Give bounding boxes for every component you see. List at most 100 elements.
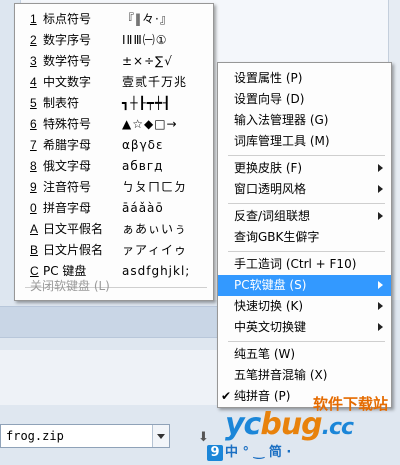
menu-separator	[228, 203, 385, 204]
submenu-arrow-icon	[378, 323, 383, 331]
menu-item-pc-soft-keyboard[interactable]: PC软键盘 (S)	[218, 275, 391, 296]
menu-item-box-drawing[interactable]: 5 制表符 ┓┼┠┯┿┨	[15, 93, 213, 114]
menu-item-setup-wizard[interactable]: 设置向导 (D)	[218, 89, 391, 110]
menu-separator	[228, 341, 385, 342]
menu-item-sample: 『‖々·』	[122, 12, 173, 26]
menu-item-sample: āáǎàō	[122, 201, 164, 215]
menu-item-russian[interactable]: 8 俄文字母 абвгд	[15, 156, 213, 177]
watermark-logo-part: bug	[260, 407, 322, 442]
menu-item-sample: ㄅㄆㄇㄈㄉ	[122, 180, 188, 194]
menu-item-label: 设置属性 (P)	[234, 71, 303, 85]
menu-item-sample: 壹贰千万兆	[122, 75, 188, 89]
background-toolbar-band	[0, 306, 230, 338]
menu-item-label: 反查/词组联想	[234, 209, 311, 223]
menu-item-label: 输入法管理器 (G)	[234, 113, 329, 127]
menu-item-label: 查询GBK生僻字	[234, 230, 320, 244]
menu-item-key: 3	[30, 54, 37, 68]
menu-item-label: 日文平假名	[43, 222, 104, 236]
menu-item-label: 更换皮肤 (F)	[234, 161, 303, 175]
menu-item-key: 9	[30, 180, 37, 194]
menu-separator	[228, 155, 385, 156]
menu-item-key: 6	[30, 117, 37, 131]
watermark-logo-part: yc	[225, 407, 261, 442]
menu-item-label: 纯五笔 (W)	[234, 347, 296, 361]
menu-item-key: 1	[30, 12, 37, 26]
menu-item-pinyin[interactable]: 0 拼音字母 āáǎàō	[15, 198, 213, 219]
menu-item-sample: ⅠⅡⅢ㈠①	[122, 33, 168, 47]
menu-item-key: 7	[30, 138, 37, 152]
menu-item-gbk-lookup[interactable]: 查询GBK生僻字	[218, 227, 391, 248]
watermark-logo: ycbug.cc	[225, 407, 354, 442]
menu-item-sample: ┓┼┠┯┿┨	[122, 96, 172, 110]
file-combobox[interactable]: frog.zip	[0, 424, 170, 448]
menu-item-sample: ±×÷∑√	[122, 54, 173, 68]
chevron-down-icon[interactable]	[152, 425, 169, 447]
menu-item-label: 注音符号	[43, 180, 92, 194]
ime-status-text: 中 ° ‿ 简 ·	[225, 445, 292, 460]
menu-item-key: 0	[30, 201, 37, 215]
menu-item-quick-switch[interactable]: 快速切换 (K)	[218, 296, 391, 317]
menu-separator	[228, 251, 385, 252]
menu-item-sample: абвгд	[122, 159, 164, 173]
menu-item-math-symbols[interactable]: 3 数学符号 ±×÷∑√	[15, 51, 213, 72]
menu-item-dictionary-tool[interactable]: 词库管理工具 (M)	[218, 131, 391, 152]
submenu-arrow-icon	[378, 302, 383, 310]
menu-item-pure-wubi[interactable]: 纯五笔 (W)	[218, 344, 391, 365]
menu-item-key: 4	[30, 75, 37, 89]
menu-item-label: 数字序号	[43, 33, 92, 47]
menu-item-transparency[interactable]: 窗口透明风格	[218, 179, 391, 200]
menu-item-sample: ぁあぃいぅ	[122, 222, 188, 236]
menu-item-zhuyin[interactable]: 9 注音符号 ㄅㄆㄇㄈㄉ	[15, 177, 213, 198]
menu-item-reverse-lookup[interactable]: 反查/词组联想	[218, 206, 391, 227]
menu-item-ime-manager[interactable]: 输入法管理器 (G)	[218, 110, 391, 131]
menu-item-label: 词库管理工具 (M)	[234, 134, 330, 148]
menu-item-sample: asdfghjkl;	[122, 264, 191, 278]
submenu-arrow-icon	[378, 281, 383, 289]
submenu-arrow-icon	[378, 185, 383, 193]
menu-item-label: 制表符	[43, 96, 80, 110]
menu-item-label: 拼音字母	[43, 201, 92, 215]
menu-item-sample: ァアィイゥ	[122, 243, 188, 257]
menu-item-label: 中文数字	[43, 75, 92, 89]
menu-item-label: 日文片假名	[43, 243, 104, 257]
menu-item-label: 希腊字母	[43, 138, 92, 152]
watermark-logo-part: .cc	[321, 415, 354, 440]
menu-item-settings[interactable]: 设置属性 (P)	[218, 68, 391, 89]
ime-context-menu: 设置属性 (P) 设置向导 (D) 输入法管理器 (G) 词库管理工具 (M) …	[217, 62, 392, 408]
menu-item-katakana[interactable]: B 日文片假名 ァアィイゥ	[15, 240, 213, 261]
menu-item-label: 标点符号	[43, 12, 92, 26]
submenu-arrow-icon	[378, 212, 383, 220]
menu-item-label: 设置向导 (D)	[234, 92, 305, 106]
menu-item-key: B	[30, 243, 39, 257]
soft-keyboard-menu: 1 标点符号 『‖々·』 2 数字序号 ⅠⅡⅢ㈠① 3 数学符号 ±×÷∑√ 4…	[14, 3, 214, 301]
menu-item-cn-en-switch-key[interactable]: 中英文切换键	[218, 317, 391, 338]
menu-item-change-skin[interactable]: 更换皮肤 (F)	[218, 158, 391, 179]
menu-item-label: 窗口透明风格	[234, 182, 307, 196]
menu-item-label: 中英文切换键	[234, 320, 307, 334]
menu-item-hiragana[interactable]: A 日文平假名 ぁあぃいぅ	[15, 219, 213, 240]
menu-item-special-symbols[interactable]: 6 特殊符号 ▲☆◆□→	[15, 114, 213, 135]
menu-item-label: PC软键盘 (S)	[234, 278, 307, 292]
close-soft-keyboard-item: 关闭软键盘 (L)	[30, 279, 110, 293]
site-watermark: 软件下载站 ycbug.cc 9中 ° ‿ 简 ·	[203, 383, 400, 465]
menu-item-sample: αβγδε	[122, 138, 164, 152]
submenu-arrow-icon	[378, 164, 383, 172]
menu-item-key: 5	[30, 96, 37, 110]
file-name-value: frog.zip	[6, 429, 64, 443]
ime-logo-icon: 9	[207, 445, 223, 461]
menu-item-punctuation[interactable]: 1 标点符号 『‖々·』	[15, 9, 213, 30]
menu-item-label: 手工造词 (Ctrl + F10)	[234, 257, 357, 271]
menu-item-label: 特殊符号	[43, 117, 92, 131]
menu-item-number-serial[interactable]: 2 数字序号 ⅠⅡⅢ㈠①	[15, 30, 213, 51]
menu-item-sample: ▲☆◆□→	[122, 117, 178, 131]
menu-item-key: 8	[30, 159, 37, 173]
menu-item-key: 2	[30, 33, 37, 47]
menu-item-label: 俄文字母	[43, 159, 92, 173]
menu-item-chinese-numerals[interactable]: 4 中文数字 壹贰千万兆	[15, 72, 213, 93]
menu-item-label: 快速切换 (K)	[234, 299, 304, 313]
menu-item-greek[interactable]: 7 希腊字母 αβγδε	[15, 135, 213, 156]
menu-item-key: A	[30, 222, 39, 236]
background-content-area	[0, 350, 230, 405]
ime-status-bar: 9中 ° ‿ 简 ·	[207, 441, 291, 461]
menu-item-manual-word[interactable]: 手工造词 (Ctrl + F10)	[218, 254, 391, 275]
